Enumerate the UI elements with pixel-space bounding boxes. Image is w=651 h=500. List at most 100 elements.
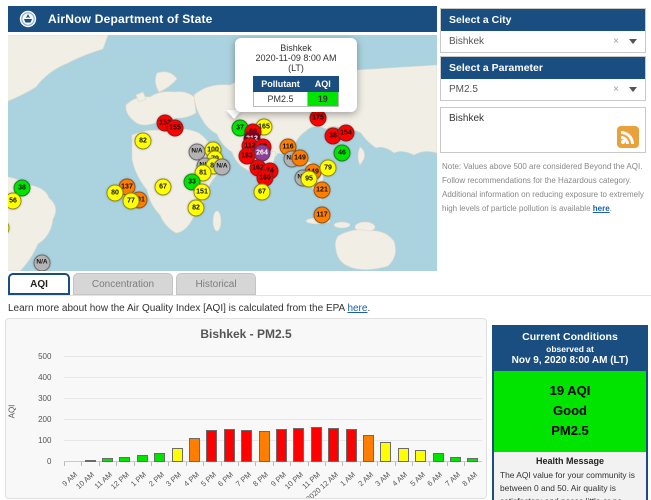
aqi-note: Note: Values above 500 are considered Be… [442,160,646,216]
chart-bar[interactable] [380,442,391,462]
city-clear-icon[interactable]: × [613,36,619,47]
chart-bar[interactable] [189,438,200,462]
learn-more-body: Learn more about how the Air Quality Ind… [8,303,347,314]
tab-concentration[interactable]: Concentration [73,273,173,295]
chart-bar[interactable] [172,448,183,462]
parameter-clear-icon[interactable]: × [613,84,619,95]
chart-ytick-label: 300 [21,394,51,403]
conditions-aqi-block: 19 AQI Good PM2.5 [494,371,646,452]
chart-bar[interactable] [276,429,287,462]
aqi-chart-panel: Bishkek - PM2.5 AQI 0100200300400500 9 A… [5,318,487,499]
parameter-select-value: PM2.5 [449,84,613,95]
aqi-marker[interactable]: 121 [314,182,331,199]
health-message-title: Health Message [500,456,640,466]
chart-bar[interactable] [363,435,374,462]
app-title: AirNow Department of State [48,12,213,26]
tab-aqi[interactable]: AQI [8,273,70,295]
aqi-marker[interactable]: 77 [123,193,140,210]
popup-table: Pollutant AQI PM2.5 19 [253,76,339,107]
chart-bar[interactable] [259,431,270,463]
note-suffix: . [610,204,612,213]
select-parameter-panel: Select a Parameter PM2.5 × [440,56,646,101]
select-city-header: Select a City [441,9,645,31]
chevron-down-icon[interactable] [629,39,637,44]
aqi-marker[interactable]: N/A [214,159,231,176]
health-message-block: Health Message The AQI value for your co… [494,452,646,500]
chart-title: Bishkek - PM2.5 [6,327,486,341]
feed-city-label: Bishkek [449,113,484,124]
aqi-marker[interactable]: 46 [334,145,351,162]
aqi-marker[interactable]: 79 [320,160,337,177]
aqi-marker[interactable]: 67 [155,179,172,196]
chart-bar[interactable] [415,450,426,462]
chart-bar[interactable] [224,429,235,462]
chart-plot: 0100200300400500 [64,357,482,462]
chart-y-axis-label: AQI [8,372,17,452]
aqi-marker[interactable]: N/A [34,255,51,272]
rss-icon[interactable] [617,126,639,148]
chart-ytick-label: 100 [21,436,51,445]
city-select[interactable]: Bishkek × [441,31,645,52]
aqi-marker[interactable]: 154 [338,125,355,142]
aqi-marker[interactable]: 149 [292,150,309,167]
learn-more-suffix: . [367,303,370,314]
chart-bar[interactable] [433,453,444,462]
conditions-header: Current Conditions observed at Nov 9, 20… [494,327,646,371]
popup-col-aqi: AQI [307,77,338,92]
chart-bar[interactable] [293,428,304,462]
popup-timezone: (LT) [235,63,357,73]
popup-col-pollutant: Pollutant [254,77,308,92]
tab-bar: AQI Concentration Historical [8,273,651,296]
aqi-marker[interactable]: 82 [135,133,152,150]
chart-bar[interactable] [450,457,461,462]
aqi-marker[interactable]: 151 [194,184,211,201]
parameter-select[interactable]: PM2.5 × [441,79,645,100]
aqi-marker[interactable]: 67 [254,184,271,201]
note-body: Note: Values above 500 are considered Be… [442,162,644,213]
chart-ytick-label: 500 [21,352,51,361]
current-conditions-panel: Current Conditions observed at Nov 9, 20… [492,325,648,500]
chart-bar[interactable] [119,457,130,462]
select-city-panel: Select a City Bishkek × [440,8,646,53]
conditions-title: Current Conditions [496,331,644,343]
chart-bar[interactable] [206,430,217,462]
aqi-marker[interactable]: 117 [314,207,331,224]
chart-bar[interactable] [311,427,322,462]
chart-gridline [64,398,482,399]
world-aqi-map[interactable]: 385658N/A15215582137801017767N/A10079N/A… [8,35,437,271]
chart-xlabels: 9 AM10 AM11 AM12 PM1 PM2 PM3 PM4 PM5 PM6… [64,466,482,499]
aqi-marker[interactable]: 155 [167,120,184,137]
chart-bar[interactable] [102,458,113,462]
chart-bar[interactable] [398,448,409,462]
aqi-marker[interactable]: 175 [310,110,327,127]
chart-gridline [64,356,482,357]
chart-gridline [64,377,482,378]
conditions-pollutant: PM2.5 [494,421,646,441]
chart-bar[interactable] [241,430,252,462]
chart-bar[interactable] [137,455,148,462]
select-parameter-header: Select a Parameter [441,57,645,79]
chart-bar[interactable] [328,428,339,462]
note-here-link[interactable]: here [593,204,610,213]
chevron-down-icon[interactable] [629,87,637,92]
aqi-marker[interactable]: 82 [188,200,205,217]
map-landmass [8,35,437,271]
tab-historical[interactable]: Historical [176,273,256,295]
dos-seal-logo [18,9,38,29]
chart-bar[interactable] [346,429,357,462]
popup-city: Bishkek [235,43,357,53]
chart-bar[interactable] [85,460,96,462]
chart-ytick-label: 200 [21,415,51,424]
popup-pollutant-value: PM2.5 [254,92,308,107]
learn-more-text: Learn more about how the Air Quality Ind… [8,303,370,314]
conditions-datetime: Nov 9, 2020 8:00 AM (LT) [496,355,644,366]
chart-bar[interactable] [467,458,478,462]
epa-here-link[interactable]: here [347,303,367,314]
chart-ytick-label: 0 [21,457,51,466]
chart-bar[interactable] [154,453,165,462]
conditions-aqi-value: 19 AQI [494,381,646,401]
aqi-marker[interactable]: 80 [107,185,124,202]
conditions-observed-at: observed at [496,344,644,354]
popup-datetime: 2020-11-09 8:00 AM [235,53,357,63]
chart-gridline [64,440,482,441]
